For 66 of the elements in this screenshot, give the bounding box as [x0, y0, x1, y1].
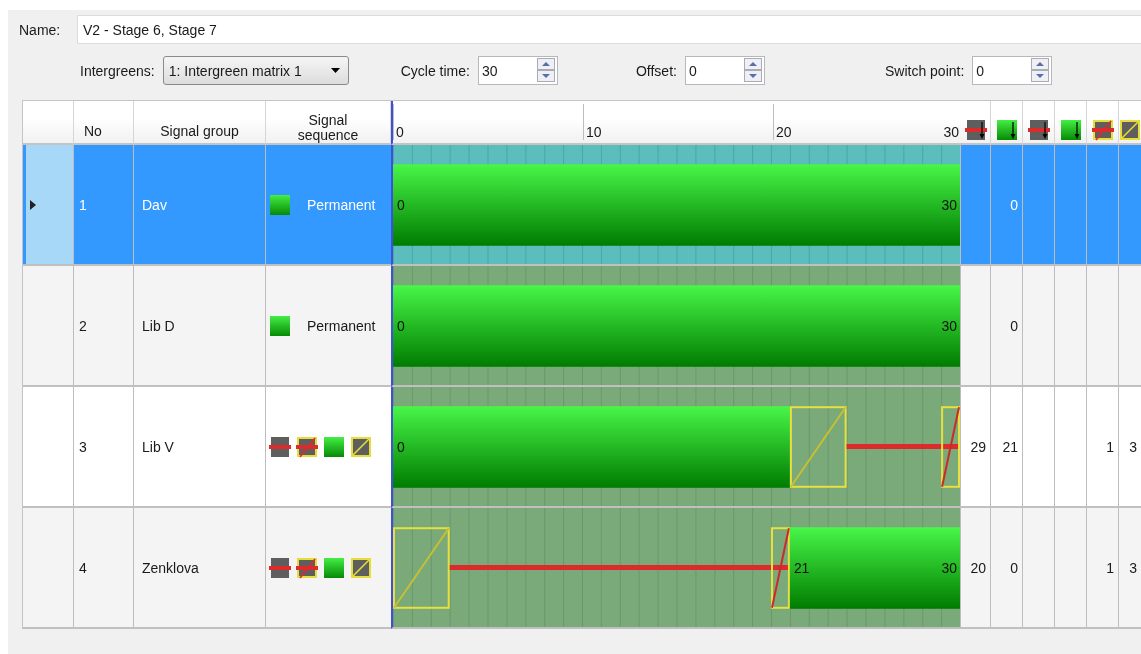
field-label: Offset:	[635, 62, 677, 79]
diagonal-square-icon	[350, 556, 372, 579]
spin-field[interactable]: 30	[477, 56, 558, 85]
scale-label: 10	[583, 104, 602, 140]
table-cell: 3	[74, 387, 134, 508]
filled-square-icon	[323, 556, 345, 579]
table-cell: 4	[74, 508, 134, 629]
column-header[interactable]: Signal group	[134, 101, 266, 145]
table-cell: 3	[1119, 508, 1141, 629]
bar-label: 21	[793, 559, 810, 576]
spin-field[interactable]: 0	[972, 56, 1053, 85]
table-cell: 21	[991, 387, 1023, 508]
table-cell: 29	[961, 387, 991, 508]
name-field[interactable]: V2 - Stage 6, Stage 7	[77, 15, 1141, 44]
scale-label: 30	[942, 123, 959, 140]
table-cell: 1	[1087, 387, 1119, 508]
field-label: Cycle time:	[400, 62, 470, 79]
bar-label: 30	[941, 317, 957, 334]
column-header[interactable]: No	[74, 101, 134, 145]
table-cell: Zenklova	[134, 508, 266, 629]
spinner-icon[interactable]	[536, 58, 555, 83]
table-cell: Lib D	[134, 266, 266, 387]
sequence-label: Permanent	[307, 196, 376, 213]
table-cell: Dav	[134, 145, 266, 266]
filled-square-icon	[269, 314, 291, 337]
table-cell: Lib V	[134, 387, 266, 508]
scale-label: 0	[393, 104, 404, 140]
bar-label: 0	[397, 196, 405, 213]
header-cell	[23, 101, 74, 145]
bar-label: 0	[397, 317, 405, 334]
column-header[interactable]	[991, 101, 1023, 145]
caret-icon	[330, 68, 340, 73]
intergreens-dropdown[interactable]: 1: Intergreen matrix 1	[162, 56, 349, 85]
crossed-square-icon	[296, 556, 318, 579]
spin-field[interactable]: 0	[684, 56, 765, 85]
diagonal-square-icon	[1119, 119, 1141, 141]
table-cell: 0	[991, 508, 1023, 629]
table-cell: 20	[961, 508, 991, 629]
column-header[interactable]	[1023, 101, 1055, 145]
table-cell: 0	[991, 145, 1023, 266]
column-header[interactable]	[1055, 101, 1087, 145]
bar-square-icon	[269, 556, 291, 579]
field-label: Intergreens:	[80, 62, 155, 79]
bar-label: 30	[941, 559, 957, 576]
spinner-icon[interactable]	[1031, 58, 1050, 83]
bar-square-icon	[269, 435, 291, 458]
table-cell: 1	[1087, 508, 1119, 629]
filled-square-icon	[323, 435, 345, 458]
bar-label: 30	[941, 196, 957, 213]
diagonal-square-icon	[350, 435, 372, 458]
crossed-square-icon	[1091, 119, 1114, 141]
crossed-square-icon	[296, 435, 318, 458]
column-header[interactable]	[1087, 101, 1119, 145]
name-label: Name:	[19, 21, 62, 38]
spinner-icon[interactable]	[743, 58, 762, 83]
table-cell: 1	[74, 145, 134, 266]
scale-label: 20	[773, 104, 792, 140]
bar-label: 0	[397, 438, 405, 455]
table-cell: 0	[991, 266, 1023, 387]
column-header[interactable]: Signal sequence	[266, 101, 391, 145]
column-header[interactable]	[961, 101, 991, 145]
current-row-icon	[30, 199, 36, 210]
sequence-label: Permanent	[307, 317, 376, 334]
table-cell: 2	[74, 266, 134, 387]
filled-square-icon	[269, 193, 291, 216]
field-label: Switch point:	[884, 62, 965, 79]
